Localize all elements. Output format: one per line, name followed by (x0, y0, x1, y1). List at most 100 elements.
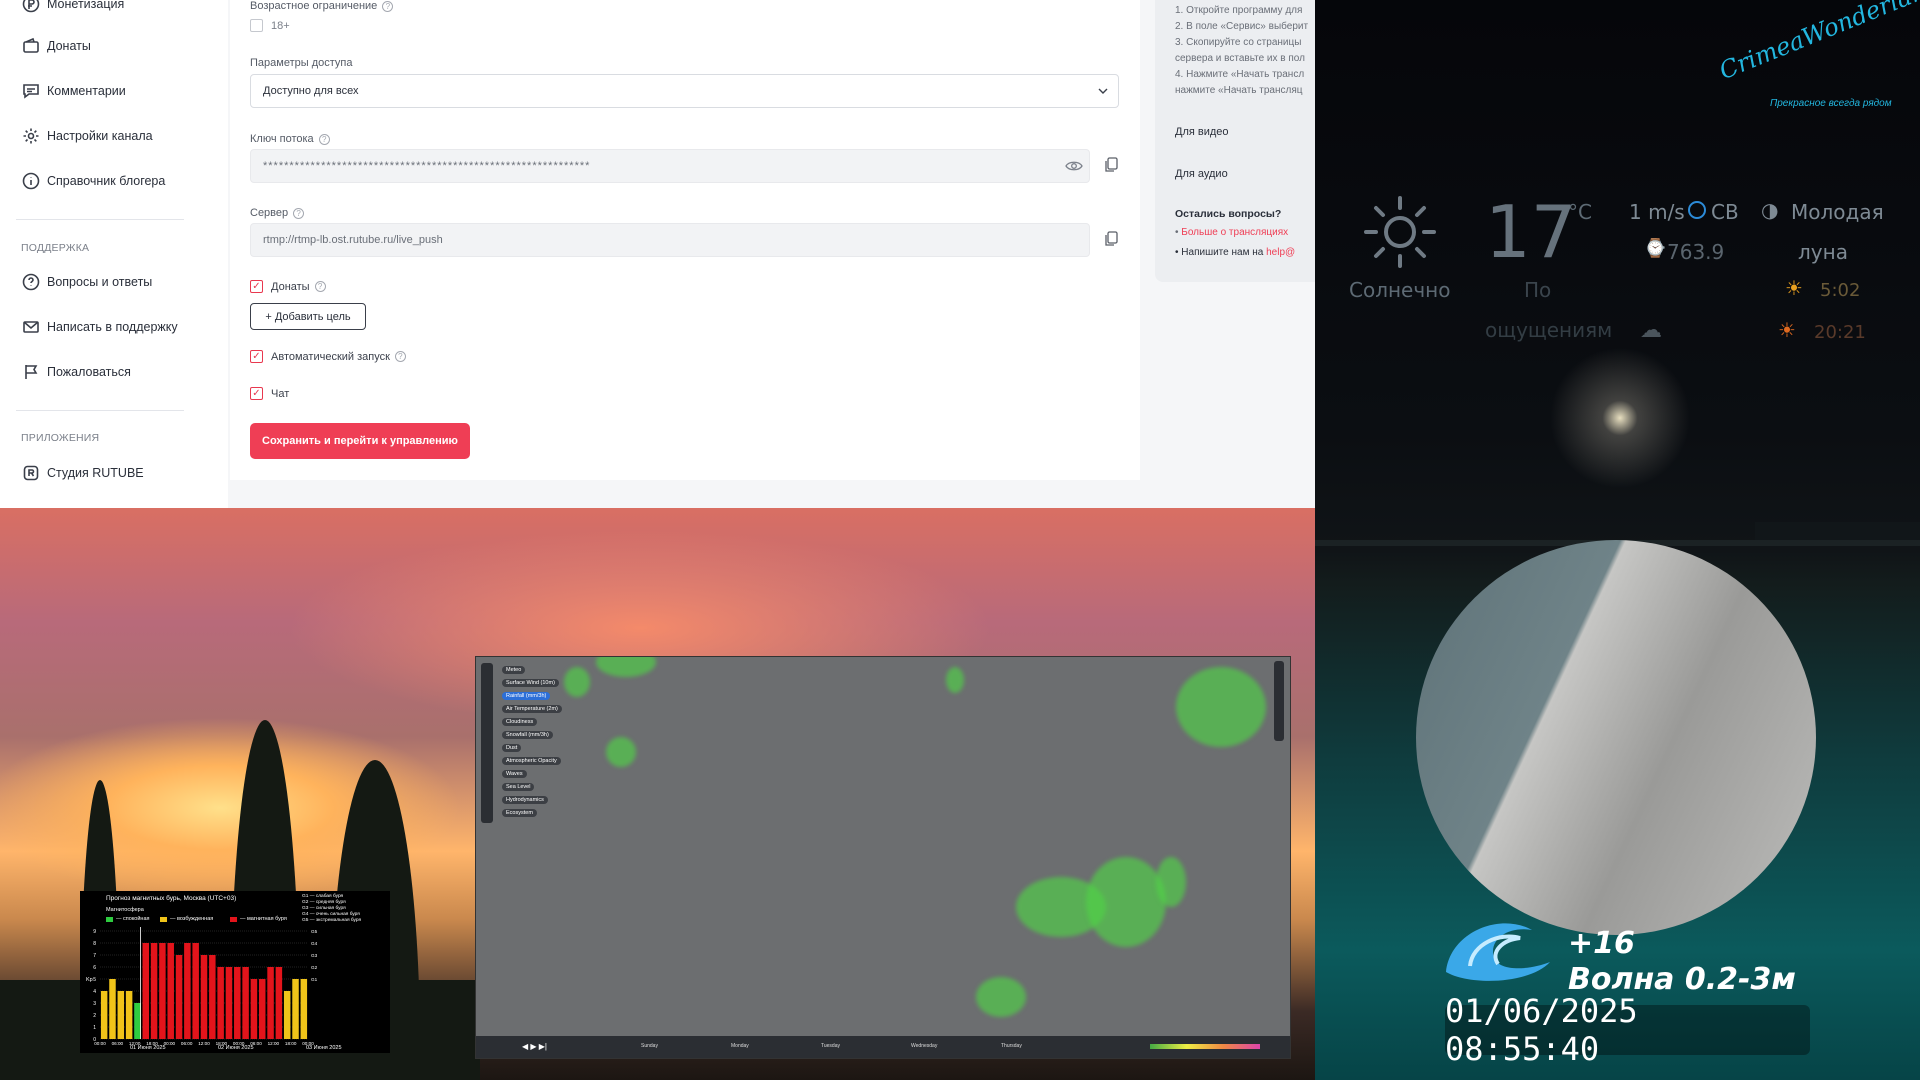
y-tick-label: 9 (93, 929, 96, 935)
storm-bar (217, 967, 224, 1039)
storm-bar (234, 967, 241, 1039)
help-icon[interactable]: ? (314, 281, 326, 292)
ruble-icon (22, 0, 40, 13)
wind-direction: СВ (1711, 200, 1739, 224)
checkbox-box[interactable]: ✓ (250, 387, 263, 400)
server-input[interactable]: rtmp://rtmp-lb.ost.rutube.ru/live_push (250, 223, 1090, 257)
instruction-step: сервера и вставьте их в пол (1175, 53, 1305, 64)
sunrise-time: 5:02 (1820, 280, 1861, 301)
y-tick-label: 6 (93, 965, 96, 971)
water-temperature: +16 (1568, 926, 1635, 961)
timeline-day[interactable]: Sunday (641, 1043, 658, 1049)
y-tick-label: 3 (93, 1001, 96, 1007)
copy-icon[interactable] (1104, 231, 1118, 247)
map-menu-item-active[interactable]: Rainfall (mm/3h) (502, 692, 551, 700)
help-icon[interactable]: ? (293, 207, 305, 219)
sidebar-item-monetization[interactable]: Монетизация (22, 0, 124, 16)
instruction-step: 1. Откройте программу для (1175, 5, 1303, 16)
checkbox-box[interactable]: ✓ (250, 280, 263, 293)
instruction-step: 3. Скопируйте со страницы (1175, 37, 1302, 48)
map-zoom-controls[interactable] (1274, 661, 1284, 741)
rain-area (596, 657, 656, 677)
map-menu-item[interactable]: Hydrodynamics (502, 796, 548, 804)
map-menu-item[interactable]: Air Temperature (2m) (502, 705, 562, 713)
map-menu-item[interactable]: Snowfall (mm/3h) (502, 731, 553, 739)
y-tick-label: 8 (93, 941, 96, 947)
sidebar-item-label: Справочник блогера (47, 174, 166, 188)
pressure-value: 763.9 (1667, 240, 1725, 264)
map-menu-item[interactable]: Surface Wind (10m) (502, 679, 559, 687)
sidebar: Монетизация Донаты Комментарии Настройки… (0, 0, 228, 508)
rain-area (1086, 857, 1166, 947)
server-label: Сервер? (250, 207, 305, 219)
sidebar-item-blogger-guide[interactable]: Справочник блогера (22, 169, 165, 193)
g-scale-label: G3 (311, 953, 318, 958)
storm-bar (225, 967, 233, 1039)
eye-icon[interactable] (1065, 159, 1083, 173)
mail-icon (22, 318, 40, 336)
timeline-day[interactable]: Thursday (1001, 1043, 1022, 1049)
sidebar-item-channel-settings[interactable]: Настройки канала (22, 124, 153, 148)
copy-icon[interactable] (1104, 157, 1118, 173)
sidebar-item-write-support[interactable]: Написать в поддержку (22, 315, 178, 339)
chevron-down-icon (1098, 88, 1108, 94)
storm-bar (109, 979, 116, 1039)
chat-checkbox[interactable]: ✓ Чат (250, 387, 289, 400)
instructions-panel: 1. Откройте программу для 2. В поле «Сер… (1155, 0, 1315, 282)
temperature-unit: °C (1568, 200, 1592, 224)
sidebar-item-label: Написать в поддержку (47, 320, 178, 334)
rain-area (1176, 667, 1266, 747)
map-toolbar[interactable] (481, 663, 493, 823)
map-menu-item[interactable]: Atmospheric Opacity (502, 757, 561, 765)
rain-color-scale (1150, 1044, 1260, 1049)
moon-phase: Молодая (1791, 200, 1884, 224)
date-label: 01 Июня 2025 (130, 1045, 166, 1051)
help-icon[interactable]: ? (382, 0, 394, 12)
x-tick-label: 00:00 (94, 1041, 106, 1046)
play-icon[interactable]: ◀ ▶ ▶| (522, 1042, 547, 1051)
timeline-day[interactable]: Tuesday (821, 1043, 840, 1049)
sidebar-item-label: Студия RUTUBE (47, 466, 144, 480)
sunrise-icon: ☀ (1785, 276, 1803, 300)
date-label: 03 Июня 2025 (306, 1045, 342, 1051)
sidebar-item-faq[interactable]: Вопросы и ответы (22, 270, 152, 294)
sidebar-item-comments[interactable]: Комментарии (22, 79, 126, 103)
timeline-day[interactable]: Monday (731, 1043, 749, 1049)
sidebar-item-donats[interactable]: Донаты (22, 34, 91, 58)
help-icon[interactable]: ? (394, 351, 406, 362)
map-menu-item[interactable]: Dust (502, 744, 522, 752)
map-menu-item[interactable]: Waves (502, 770, 527, 778)
more-about-streams-link[interactable]: Больше о трансляциях (1181, 227, 1288, 238)
stream-key-input[interactable]: ****************************************… (250, 149, 1090, 183)
map-menu-item[interactable]: Cloudiness (502, 718, 538, 726)
autostart-checkbox[interactable]: ✓ Автоматический запуск? (250, 350, 406, 363)
checkbox-box[interactable] (250, 19, 263, 32)
storm-bar (300, 979, 308, 1039)
help-icon[interactable]: ? (318, 133, 330, 145)
map-menu-item[interactable]: Meteo (502, 666, 526, 674)
g-scale-label: G4 (311, 941, 318, 946)
logo-tagline: Прекрасное всегда рядом (1770, 98, 1892, 109)
age-18-checkbox[interactable]: 18+ (250, 19, 290, 32)
map-menu-item[interactable]: Ecosystem (502, 809, 537, 817)
add-goal-button[interactable]: + Добавить цель (250, 303, 366, 330)
sidebar-item-studio[interactable]: Студия RUTUBE (22, 461, 144, 485)
map-menu-item[interactable]: Sea Level (502, 783, 535, 791)
storm-bar (258, 979, 266, 1039)
map-timeline[interactable]: ◀ ▶ ▶| Sunday Monday Tuesday Wednesday T… (476, 1036, 1290, 1058)
rain-area (946, 667, 964, 693)
sidebar-item-report[interactable]: Пожаловаться (22, 360, 131, 384)
rain-area (564, 667, 590, 697)
sidebar-divider (16, 219, 184, 220)
timeline-day[interactable]: Wednesday (911, 1043, 937, 1049)
save-and-manage-button[interactable]: Сохранить и перейти к управлению (250, 423, 470, 459)
help-email-link[interactable]: help@ (1266, 247, 1295, 258)
instruction-step: 2. В поле «Сервис» выберит (1175, 21, 1309, 32)
checkbox-box[interactable]: ✓ (250, 350, 263, 363)
wind-speed: 1 m/s (1629, 200, 1685, 224)
storm-bar (209, 955, 216, 1039)
access-select[interactable]: Доступно для всех (250, 74, 1119, 108)
donats-checkbox[interactable]: ✓ Донаты? (250, 280, 326, 293)
sidebar-item-label: Комментарии (47, 84, 126, 98)
storm-bar (175, 955, 183, 1039)
